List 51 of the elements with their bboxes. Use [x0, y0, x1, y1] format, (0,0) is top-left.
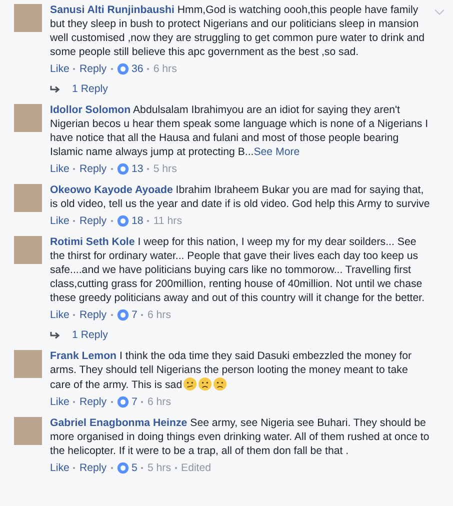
- comment-text: Idollor Solomon Abdulsalam Ibrahimyou are an idiot for saying they aren't Nigerian becos u hear them speak some language which is none of a Nigerians I have notice that all the Hausa and fulani and most of those people bearing Islamic name always jump at protecting B...See More: [50, 103, 430, 159]
- comment-text: Rotimi Seth Kole I weep for this nation, I weep my for my dear soilders... See the thirst for ordinary water... People that gave their lives each day too keep us safe....and we have politicians buying cars like no tommorow... Travelling first class,cutting grass for 200million, renting house of 40million. Not until we chase these greedy politicians away and out of this country will it change for the better.: [50, 235, 426, 305]
- author-link[interactable]: Okeowo Kayode Ayoade: [50, 184, 173, 196]
- comment-text: Gabriel Enagbonma Heinze See army, see Nigeria see Buhari. They should be more organised in doing things even drinking water. All of them rushed at once to the helicopter. If it were to be a trap, all of them don fall be that .: [50, 416, 430, 458]
- reply-link[interactable]: Reply: [79, 395, 107, 409]
- reply-arrow-icon: [50, 84, 61, 94]
- chevron-down-icon[interactable]: [434, 9, 445, 16]
- like-link[interactable]: Like: [50, 214, 70, 228]
- sad-face-icon: [213, 377, 228, 391]
- avatar-photo-placeholder[interactable]: [14, 104, 42, 132]
- reaction-count[interactable]: 13: [132, 162, 144, 176]
- comment-text: Okeowo Kayode Ayoade Ibrahim Ibraheem Bukar you are mad for saying that, is old video, tell us the year and date if is old video. God help this Army to survive: [50, 183, 431, 211]
- author-link[interactable]: Frank Lemon: [50, 350, 117, 362]
- reply-link[interactable]: Reply: [79, 214, 107, 228]
- like-reaction-icon[interactable]: [116, 309, 129, 321]
- reaction-count[interactable]: 5: [132, 461, 138, 475]
- like-reaction-icon[interactable]: [116, 63, 129, 75]
- reaction-count[interactable]: 36: [132, 62, 144, 76]
- avatar-photo-placeholder[interactable]: [14, 417, 42, 445]
- author-link[interactable]: Idollor Solomon: [50, 104, 131, 116]
- like-link[interactable]: Like: [50, 461, 70, 475]
- reaction-count[interactable]: 18: [132, 214, 144, 228]
- avatar-photo-placeholder[interactable]: [14, 184, 42, 212]
- like-link[interactable]: Like: [50, 395, 70, 409]
- author-link[interactable]: Sanusi Alti Runjinbaushi: [50, 4, 174, 16]
- comment-text: Sanusi Alti Runjinbaushi Hmm,God is watching oooh,this people have family but they sleep in bush to protect Nigerians and our politicians sleep in mansion well customised ,now they are struggling to get common pure water to drink and some people still believe this apc government as the best ,so sad.: [50, 3, 426, 59]
- reaction-count[interactable]: 7: [132, 395, 138, 409]
- replies-link[interactable]: 1 Reply: [72, 328, 108, 342]
- reply-arrow-icon: [50, 330, 61, 340]
- avatar-photo-placeholder[interactable]: [14, 4, 42, 32]
- like-reaction-icon[interactable]: [116, 462, 129, 474]
- replies-link[interactable]: 1 Reply: [72, 82, 108, 96]
- author-link[interactable]: Gabriel Enagbonma Heinze: [50, 417, 188, 429]
- reply-link[interactable]: Reply: [79, 308, 107, 322]
- see-more-link[interactable]: See More: [254, 146, 300, 158]
- reply-link[interactable]: Reply: [79, 62, 107, 76]
- like-reaction-icon[interactable]: [116, 396, 129, 408]
- confused-face-icon: [183, 377, 198, 391]
- avatar-photo-placeholder[interactable]: [14, 350, 42, 378]
- reaction-count[interactable]: 7: [132, 308, 138, 322]
- reply-link[interactable]: Reply: [79, 461, 107, 475]
- sad-face-icon: [198, 377, 212, 391]
- like-link[interactable]: Like: [50, 308, 70, 322]
- like-reaction-icon[interactable]: [116, 163, 129, 175]
- like-link[interactable]: Like: [50, 62, 70, 76]
- like-reaction-icon[interactable]: [116, 215, 129, 227]
- reply-link[interactable]: Reply: [79, 162, 107, 176]
- avatar-photo-placeholder[interactable]: [14, 236, 42, 264]
- author-link[interactable]: Rotimi Seth Kole: [50, 236, 135, 248]
- comment-text: Frank Lemon I think the oda time they said Dasuki embezzled the money for arms. They should tell Nigerians the person looting the money meant to take care of the army. This is sad: [50, 349, 413, 392]
- like-link[interactable]: Like: [50, 162, 70, 176]
